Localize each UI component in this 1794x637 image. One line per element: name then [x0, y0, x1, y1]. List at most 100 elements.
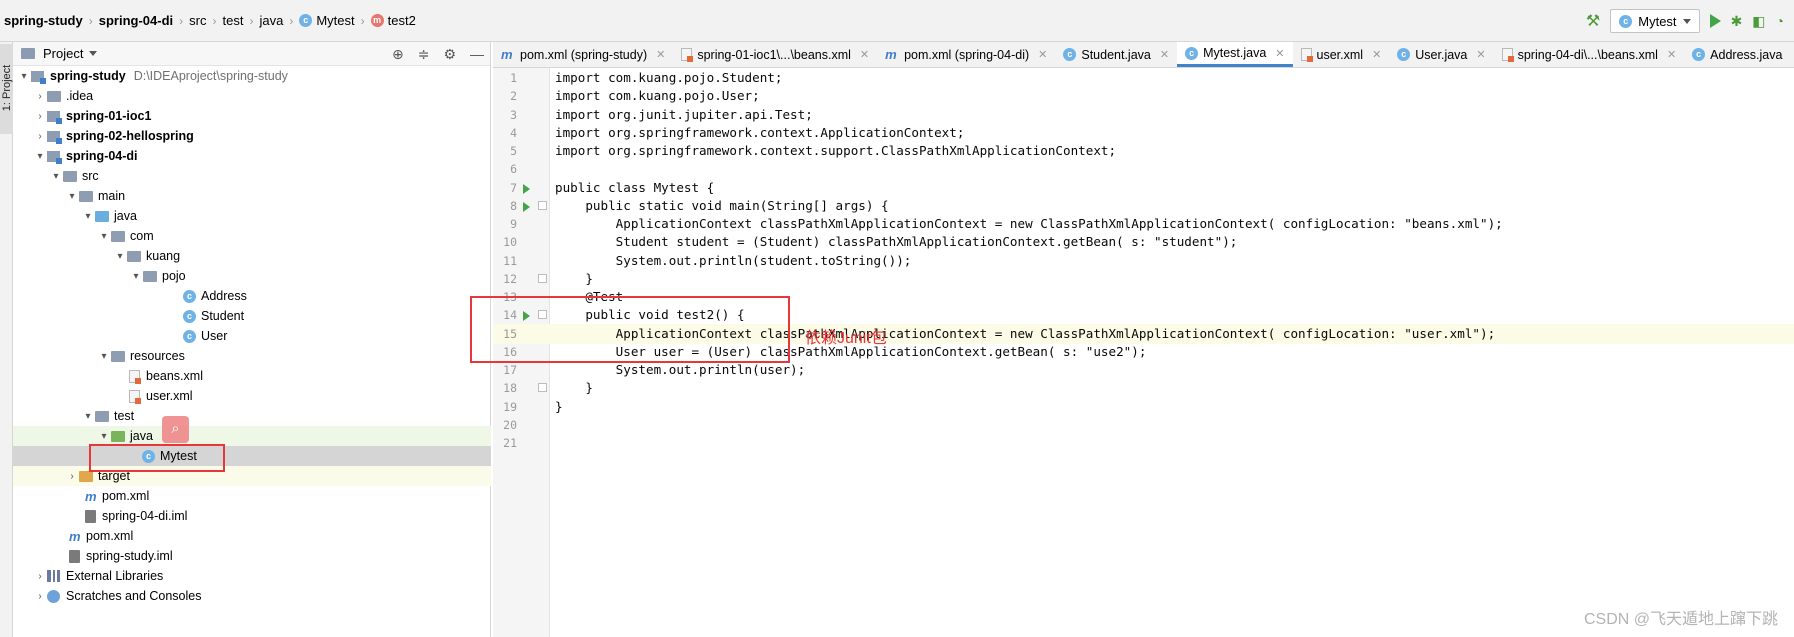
- tree-item-root[interactable]: ▾ spring-study D:\IDEAproject\spring-stu…: [13, 66, 491, 86]
- breadcrumb-item[interactable]: src: [189, 13, 206, 28]
- tab-student-java[interactable]: c Student.java ✕: [1055, 42, 1177, 67]
- breadcrumb-item[interactable]: spring-04-di: [99, 13, 173, 28]
- tree-item-test-java[interactable]: ▾ java: [13, 426, 491, 446]
- locate-file-icon[interactable]: ⊕: [392, 46, 404, 63]
- profile-icon[interactable]: ◔: [1776, 13, 1784, 29]
- chevron-down-icon[interactable]: ▾: [97, 431, 111, 442]
- code-line[interactable]: 5 import org.springframework.context.supp…: [493, 141, 1794, 161]
- tree-item-idea[interactable]: › .idea: [13, 86, 491, 106]
- close-icon[interactable]: ✕: [1038, 48, 1047, 61]
- tree-item-kuang[interactable]: ▾ kuang: [13, 246, 491, 266]
- collapse-all-icon[interactable]: ≑: [418, 46, 430, 63]
- tree-item-com[interactable]: ▾ com: [13, 226, 491, 246]
- tree-item-external-libraries[interactable]: › External Libraries: [13, 566, 491, 586]
- tree-item-hellospring[interactable]: › spring-02-hellospring: [13, 126, 491, 146]
- chevron-right-icon[interactable]: ›: [65, 471, 79, 482]
- code-line[interactable]: 17 System.out.println(user);: [493, 360, 1794, 380]
- tree-item-beans-xml[interactable]: beans.xml: [13, 366, 491, 386]
- chevron-down-icon[interactable]: ▾: [113, 251, 127, 262]
- tree-item-pom-root[interactable]: m pom.xml: [13, 526, 491, 546]
- tab-di-beans-xml[interactable]: spring-04-di\...\beans.xml ✕: [1494, 42, 1685, 67]
- tree-item-pom-di[interactable]: m pom.xml: [13, 486, 491, 506]
- chevron-down-icon[interactable]: ▾: [65, 191, 79, 202]
- close-icon[interactable]: ✕: [1160, 48, 1169, 61]
- code-line[interactable]: 10 Student student = (Student) classPath…: [493, 232, 1794, 252]
- tree-item-java[interactable]: ▾ java: [13, 206, 491, 226]
- fold-icon[interactable]: [538, 200, 547, 210]
- run-gutter-icon[interactable]: [523, 201, 530, 212]
- chevron-down-icon[interactable]: ▾: [49, 171, 63, 182]
- tree-item-user[interactable]: c User: [13, 326, 491, 346]
- tab-mytest-java[interactable]: c Mytest.java ✕: [1177, 42, 1293, 67]
- tree-item-ioc1[interactable]: › spring-01-ioc1: [13, 106, 491, 126]
- breadcrumb-item[interactable]: spring-study: [4, 13, 83, 28]
- close-icon[interactable]: ✕: [1667, 48, 1676, 61]
- chevron-right-icon[interactable]: ›: [33, 111, 47, 122]
- chevron-right-icon[interactable]: ›: [33, 91, 47, 102]
- run-configuration-select[interactable]: c Mytest: [1610, 9, 1700, 33]
- tab-ioc1-beans-xml[interactable]: spring-01-ioc1\...\beans.xml ✕: [673, 42, 877, 67]
- run-icon[interactable]: [1709, 14, 1721, 28]
- code-line[interactable]: 6: [493, 159, 1794, 179]
- chevron-down-icon[interactable]: ▾: [97, 351, 111, 362]
- code-line[interactable]: 21: [493, 433, 1794, 453]
- tree-item-main[interactable]: ▾ main: [13, 186, 491, 206]
- code-line[interactable]: 9 ApplicationContext classPathXmlApplica…: [493, 214, 1794, 234]
- tree-item-src[interactable]: ▾ src: [13, 166, 491, 186]
- code-line[interactable]: 7 public class Mytest {: [493, 178, 1794, 198]
- breadcrumb-item-class[interactable]: c Mytest: [299, 13, 355, 28]
- chevron-down-icon[interactable]: ▾: [33, 151, 47, 162]
- code-line[interactable]: 1 import com.kuang.pojo.Student;: [493, 68, 1794, 88]
- coverage-icon[interactable]: ◧: [1752, 13, 1765, 30]
- search-overlay-icon[interactable]: ⌕: [162, 416, 189, 443]
- code-line[interactable]: 11 System.out.println(student.toString()…: [493, 251, 1794, 271]
- fold-icon[interactable]: [538, 273, 547, 283]
- code-line[interactable]: 3 import org.junit.jupiter.api.Test;: [493, 105, 1794, 125]
- tab-address-java[interactable]: c Address.java: [1684, 42, 1790, 67]
- code-line[interactable]: 12 }: [493, 269, 1794, 289]
- tree-item-iml-di[interactable]: spring-04-di.iml: [13, 506, 491, 526]
- code-line[interactable]: 20: [493, 415, 1794, 435]
- tree-item-scratches[interactable]: › Scratches and Consoles: [13, 586, 491, 606]
- dropdown-arrow-icon[interactable]: [89, 51, 98, 56]
- project-view-select[interactable]: Project: [43, 46, 83, 61]
- code-line[interactable]: 2 import com.kuang.pojo.User;: [493, 86, 1794, 106]
- code-line[interactable]: 4 import org.springframework.context.Appl…: [493, 123, 1794, 143]
- chevron-down-icon[interactable]: ▾: [17, 71, 31, 82]
- chevron-right-icon[interactable]: ›: [33, 131, 47, 142]
- tree-item-student[interactable]: c Student: [13, 306, 491, 326]
- breadcrumb-item[interactable]: test: [222, 13, 243, 28]
- run-gutter-icon[interactable]: [523, 183, 530, 194]
- hide-icon[interactable]: —: [470, 46, 484, 63]
- chevron-down-icon[interactable]: ▾: [81, 211, 95, 222]
- tree-item-pojo[interactable]: ▾ pojo: [13, 266, 491, 286]
- close-icon[interactable]: ✕: [656, 48, 665, 61]
- tree-item-address[interactable]: c Address: [13, 286, 491, 306]
- chevron-down-icon[interactable]: ▾: [97, 231, 111, 242]
- close-icon[interactable]: ✕: [860, 48, 869, 61]
- chevron-right-icon[interactable]: ›: [33, 571, 47, 582]
- project-tool-window-button[interactable]: 1: Project: [0, 44, 13, 134]
- code-line[interactable]: 8 public static void main(String[] args)…: [493, 196, 1794, 216]
- chevron-down-icon[interactable]: ▾: [81, 411, 95, 422]
- code-line[interactable]: 18 }: [493, 378, 1794, 398]
- tree-item-user-xml[interactable]: user.xml: [13, 386, 491, 406]
- tree-item-mytest[interactable]: c Mytest: [13, 446, 491, 466]
- build-hammer-icon[interactable]: ⚒: [1586, 11, 1600, 31]
- tab-pom-spring-04-di[interactable]: m pom.xml (spring-04-di) ✕: [877, 42, 1055, 67]
- tree-item-resources[interactable]: ▾ resources: [13, 346, 491, 366]
- close-icon[interactable]: ✕: [1372, 48, 1381, 61]
- chevron-right-icon[interactable]: ›: [33, 591, 47, 602]
- tree-item-target[interactable]: › target: [13, 466, 491, 486]
- gear-icon[interactable]: ⚙: [443, 46, 456, 63]
- code-editor[interactable]: 1 import com.kuang.pojo.Student; 2 import c…: [470, 68, 1794, 637]
- tree-item-iml-root[interactable]: spring-study.iml: [13, 546, 491, 566]
- fold-icon[interactable]: [538, 383, 547, 393]
- debug-bug-icon[interactable]: ✱: [1731, 13, 1743, 30]
- tree-item-test[interactable]: ▾ test: [13, 406, 491, 426]
- tree-item-di[interactable]: ▾ spring-04-di: [13, 146, 491, 166]
- code-line[interactable]: 19}: [493, 397, 1794, 417]
- close-icon[interactable]: ✕: [1476, 48, 1485, 61]
- tab-user-xml[interactable]: user.xml ✕: [1293, 42, 1390, 67]
- close-icon[interactable]: ✕: [1275, 47, 1284, 60]
